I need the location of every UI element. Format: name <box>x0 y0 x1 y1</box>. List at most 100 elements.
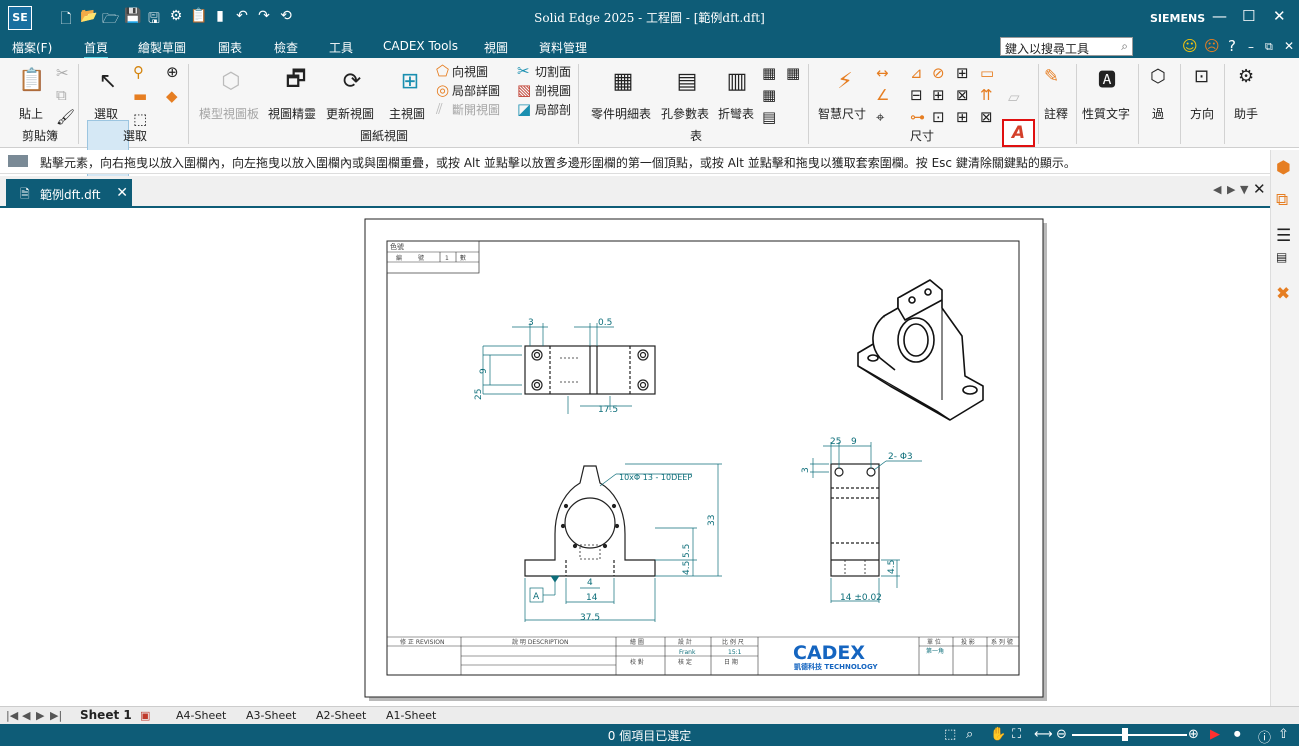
select-arrow-icon[interactable]: ↖ <box>91 66 125 96</box>
section-view-button[interactable]: 剖視圖 <box>535 82 571 99</box>
assistant-button[interactable]: 助手 <box>1234 105 1258 122</box>
dim-style-e-icon[interactable]: ⊠ <box>956 86 969 104</box>
table-tool-a-icon[interactable]: ▦ <box>762 64 776 82</box>
record-icon[interactable]: ⏺ <box>1234 727 1241 742</box>
parts-list-button[interactable]: 零件明細表 <box>591 105 651 122</box>
tab-next-icon[interactable]: ▶ <box>1227 183 1235 196</box>
save-icon[interactable]: 💾 <box>124 8 141 32</box>
detail-view-icon[interactable]: ◎ <box>436 81 449 99</box>
filter-icon[interactable]: ⬡ <box>1150 66 1166 87</box>
detail-view-button[interactable]: 局部詳圖 <box>452 82 500 99</box>
property-text-button[interactable]: 性質文字 <box>1082 105 1130 122</box>
table-tool-c-icon[interactable]: ▦ <box>762 86 776 104</box>
stack-icon[interactable]: ☰ <box>1276 226 1291 246</box>
select-button[interactable]: 選取 <box>94 105 118 122</box>
sheet-prev-icon[interactable]: ◀ <box>22 709 30 722</box>
coordinate-dim-icon[interactable]: ⌖ <box>876 108 884 126</box>
menu-home[interactable]: 首頁 <box>84 39 109 60</box>
section-view-icon[interactable]: ▧ <box>517 81 531 99</box>
zoom-area-status-icon[interactable]: ⬚ <box>944 727 956 742</box>
chamfer-dim-icon[interactable]: ⊘ <box>932 64 945 82</box>
symmetric-dim-icon[interactable]: ⊿ <box>910 64 923 82</box>
format-painter-icon[interactable]: 🖌 <box>56 108 75 126</box>
hole-table-icon[interactable]: ▤ <box>670 66 704 96</box>
bend-table-icon[interactable]: ▥ <box>720 66 754 96</box>
ribbon-close-icon[interactable]: ✕ <box>1284 39 1294 53</box>
new-icon[interactable]: 🗋 <box>58 8 74 32</box>
smart-dimension-icon[interactable]: ⚡ <box>828 66 862 96</box>
repeat-icon[interactable]: ⟲ <box>278 8 294 32</box>
zoom-out-icon[interactable]: ⊖ <box>1056 727 1067 742</box>
ribbon-minimize-icon[interactable]: – <box>1248 40 1254 54</box>
dim-style-a-icon[interactable]: ⊞ <box>956 64 969 82</box>
tools-icon[interactable]: ✖ <box>1276 284 1290 304</box>
search-input[interactable]: 鍵入以搜尋工具 ⌕ <box>1000 37 1133 56</box>
gear-icon[interactable]: ⚙ <box>168 8 184 32</box>
zoom-in-icon[interactable]: ⊕ <box>1188 727 1199 742</box>
copy-icon[interactable]: ⧉ <box>56 86 67 104</box>
menu-tools[interactable]: 工具 <box>329 39 353 56</box>
frown-icon[interactable]: ☹ <box>1204 37 1220 55</box>
sheet-tab-a4[interactable]: A4-Sheet <box>176 709 226 722</box>
model-view-icon[interactable]: ⬡ <box>214 66 248 96</box>
zoom-slider[interactable] <box>1072 734 1187 736</box>
drawing-canvas[interactable]: 色號 編 號 1 數 3 0.5 9 25 17.5 10xΦ 13 - 10D… <box>0 208 1268 706</box>
close-icon[interactable]: ✕ <box>1273 7 1286 25</box>
select-3d-icon[interactable]: ◆ <box>166 87 178 105</box>
fence-icon[interactable]: ⬚ <box>133 110 147 128</box>
sheet-tab-a3[interactable]: A3-Sheet <box>246 709 296 722</box>
dim-style-d-icon[interactable]: ⊞ <box>932 86 945 104</box>
menu-view[interactable]: 視圖 <box>484 39 508 56</box>
select-tools-icon[interactable]: ⚲ <box>133 63 144 81</box>
property-text-icon[interactable]: 🅰 <box>1098 66 1116 92</box>
orient-button[interactable]: 方向 <box>1190 105 1214 122</box>
pan-icon[interactable]: ✋ <box>990 727 1006 742</box>
smart-dimension-button[interactable]: 智慧尺寸 <box>818 105 866 122</box>
expand-icon[interactable]: ⇧ <box>1278 727 1289 742</box>
broken-view-button[interactable]: 斷開視圖 <box>452 101 500 118</box>
cutting-plane-icon[interactable]: ✂ <box>517 62 530 80</box>
maximize-icon[interactable]: ☐ <box>1242 7 1255 25</box>
sheet-last-icon[interactable]: ▶| <box>50 709 62 722</box>
zoom-slider-thumb[interactable] <box>1122 728 1128 741</box>
update-view-icon[interactable]: ⟳ <box>335 66 369 96</box>
trace-icon[interactable]: ▮ <box>212 8 228 32</box>
open-icon[interactable]: 📂 <box>80 8 97 32</box>
parts-list-icon[interactable]: ▦ <box>606 66 640 96</box>
table-tool-d-icon[interactable]: ▤ <box>762 108 776 126</box>
dim-style-f-icon[interactable]: ⇈ <box>980 86 993 104</box>
dim-style-h-icon[interactable]: ⊡ <box>932 108 945 126</box>
assistant-icon[interactable]: ⚙ <box>1238 66 1254 87</box>
smile-icon[interactable]: ☺ <box>1182 37 1198 55</box>
doc-tab-close-icon[interactable]: ✕ <box>116 185 128 201</box>
principal-view-button[interactable]: 主視圖 <box>389 105 425 122</box>
view-wizard-icon[interactable]: 🗗 <box>279 66 313 96</box>
dim-style-i-icon[interactable]: ⊞ <box>956 108 969 126</box>
undo-icon[interactable]: ↶ <box>234 8 250 32</box>
video-icon[interactable]: ▶ <box>1210 727 1220 742</box>
orient-icon[interactable]: ⊡ <box>1194 66 1209 87</box>
menu-data-management[interactable]: 資料管理 <box>539 39 587 56</box>
dim-tool-disabled-icon[interactable]: ▱ <box>1008 88 1020 106</box>
doc-tab[interactable]: 🗎 範例dft.dft ✕ <box>6 179 132 208</box>
sheet-tab-a2[interactable]: A2-Sheet <box>316 709 366 722</box>
table-tool-b-icon[interactable]: ▦ <box>786 64 800 82</box>
view-wizard-button[interactable]: 視圖精靈 <box>268 105 316 122</box>
menu-diagram[interactable]: 圖表 <box>218 39 242 56</box>
sheet-next-icon[interactable]: ▶ <box>36 709 44 722</box>
dim-style-c-icon[interactable]: ⊟ <box>910 86 923 104</box>
auxiliary-view-button[interactable]: 向視圖 <box>452 63 488 80</box>
fit-icon[interactable]: ⛶ <box>1012 727 1021 742</box>
hole-table-button[interactable]: 孔參數表 <box>661 105 709 122</box>
minimize-icon[interactable]: — <box>1212 7 1227 25</box>
sheet-first-icon[interactable]: |◀ <box>6 709 18 722</box>
zoom-area-icon[interactable]: ⊕ <box>166 63 179 81</box>
redo-icon[interactable]: ↷ <box>256 8 272 32</box>
ribbon-restore-icon[interactable]: ⧉ <box>1265 40 1273 54</box>
paste-button[interactable]: 貼上 <box>19 105 43 122</box>
search-icon[interactable]: ⌕ <box>1121 39 1128 54</box>
broken-view-icon[interactable]: ⫽ <box>436 100 443 118</box>
dim-style-g-icon[interactable]: ⊶ <box>910 108 925 126</box>
annotation-button[interactable]: 註釋 <box>1044 105 1068 122</box>
tab-list-icon[interactable]: ▼ <box>1240 183 1248 196</box>
